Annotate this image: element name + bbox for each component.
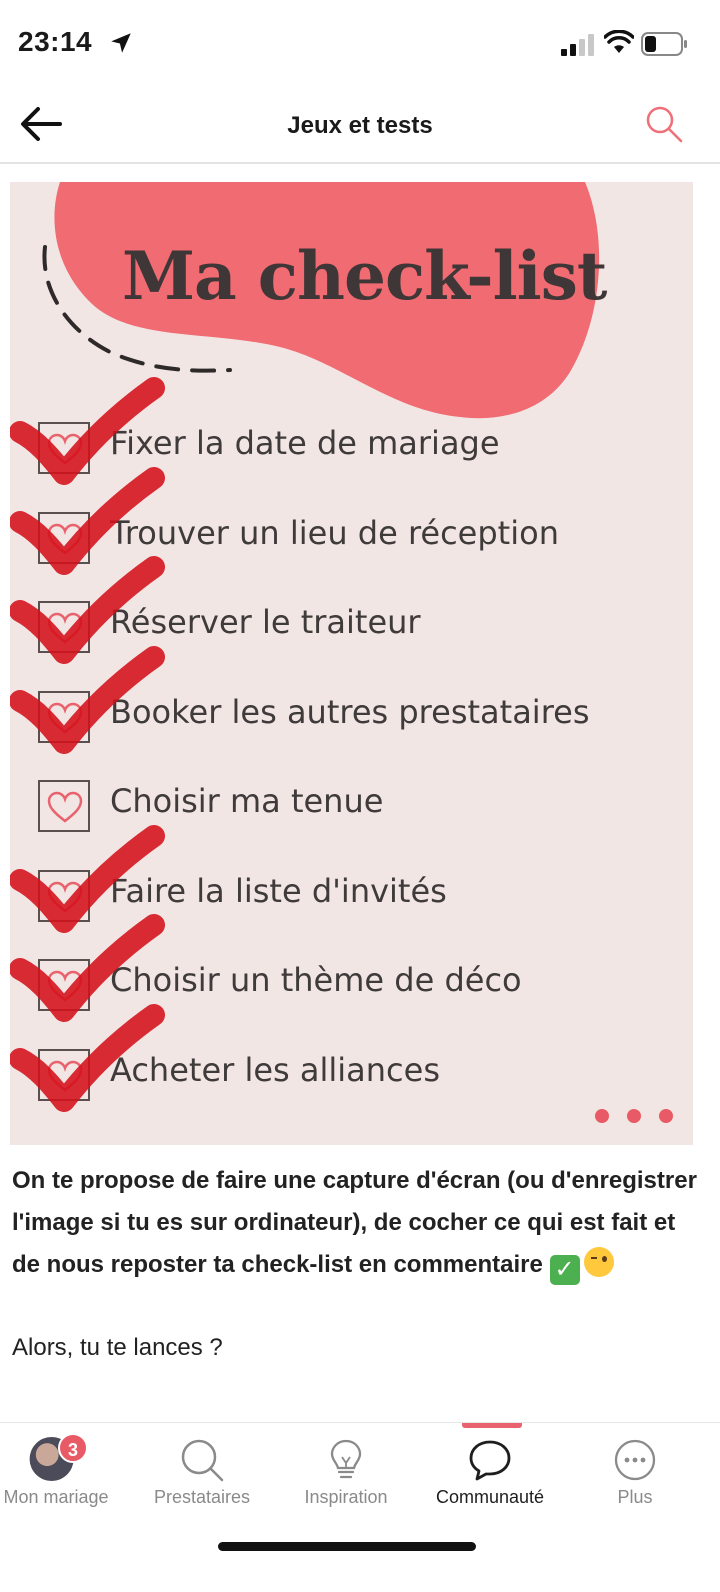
nav-header: Jeux et tests bbox=[0, 90, 720, 164]
heart-icon bbox=[47, 881, 83, 913]
tab-label: Prestataires bbox=[153, 1487, 251, 1507]
heart-icon bbox=[47, 433, 83, 465]
tab-inspiration[interactable]: Inspiration bbox=[274, 1423, 418, 1533]
location-arrow-icon bbox=[111, 33, 131, 53]
carousel-dot[interactable] bbox=[595, 1109, 609, 1123]
post-image[interactable]: Ma check-list Fixer la date de mariage Tr… bbox=[10, 182, 693, 1145]
checkbox bbox=[38, 422, 90, 474]
checklist-item: Choisir un thème de déco bbox=[10, 914, 693, 1027]
post-body: On te propose de faire une capture d'écr… bbox=[12, 1160, 708, 1286]
checklist-item-label: Réserver le traiteur bbox=[110, 603, 421, 641]
checklist-item: Réserver le traiteur bbox=[10, 556, 693, 669]
signal-icon bbox=[561, 34, 594, 56]
tab-label: Communauté bbox=[435, 1487, 545, 1507]
checklist-item: Fixer la date de mariage bbox=[10, 377, 693, 490]
checklist-item-label: Booker les autres prestataires bbox=[110, 692, 590, 731]
battery-icon bbox=[641, 32, 687, 56]
tab-prestataires[interactable]: Prestataires bbox=[130, 1423, 274, 1533]
image-title: Ma check-list bbox=[122, 237, 607, 315]
checklist-item: Booker les autres prestataires bbox=[10, 645, 693, 759]
checkbox bbox=[38, 869, 90, 922]
checklist-item-label: Faire la liste d'invités bbox=[110, 871, 447, 910]
chat-bubble-icon bbox=[469, 1440, 511, 1481]
page-title: Jeux et tests bbox=[287, 112, 433, 139]
checklist-item-label: Choisir un thème de déco bbox=[110, 961, 522, 999]
checklist-item: Trouver un lieu de réception bbox=[10, 466, 693, 580]
carousel-dot[interactable] bbox=[627, 1109, 641, 1123]
home-indicator bbox=[218, 1542, 476, 1551]
checklist-item: Choisir ma tenue bbox=[10, 768, 693, 848]
heart-icon bbox=[47, 791, 83, 823]
search-icon bbox=[181, 1439, 224, 1482]
check-mark-emoji-icon: ✓ bbox=[549, 1255, 580, 1285]
search-icon[interactable] bbox=[644, 104, 684, 144]
wink-emoji-icon bbox=[583, 1247, 614, 1277]
checkbox bbox=[38, 601, 90, 653]
checklist-item-label: Choisir ma tenue bbox=[110, 782, 384, 820]
checklist-item-label: Fixer la date de mariage bbox=[110, 424, 500, 462]
heart-icon bbox=[47, 523, 83, 555]
checklist-item-label: Acheter les alliances bbox=[110, 1050, 440, 1089]
checkbox bbox=[38, 690, 90, 743]
heart-icon bbox=[47, 970, 83, 1002]
checklist-item: Faire la liste d'invités bbox=[10, 824, 693, 938]
status-bar: 23:14 bbox=[0, 0, 720, 90]
post-question: Alors, tu te lances ? bbox=[12, 1334, 223, 1361]
wifi-icon bbox=[604, 30, 634, 53]
checklist-item-label: Trouver un lieu de réception bbox=[110, 513, 559, 552]
tab-plus[interactable]: Plus bbox=[563, 1423, 707, 1533]
heart-icon bbox=[47, 612, 83, 644]
heart-icon bbox=[47, 1060, 83, 1092]
checklist-item: Acheter les alliances bbox=[10, 1003, 693, 1117]
checkbox bbox=[38, 511, 90, 564]
tab-bar: 3 Mon mariage Prestataires Inspiration C… bbox=[0, 1422, 720, 1592]
tab-label: Plus bbox=[617, 1487, 653, 1507]
tab-mon-mariage[interactable]: 3 Mon mariage bbox=[0, 1423, 128, 1533]
tab-communaute[interactable]: Communauté bbox=[418, 1423, 562, 1533]
checkbox bbox=[38, 959, 90, 1011]
lightbulb-icon bbox=[330, 1439, 362, 1479]
status-time: 23:14 bbox=[18, 26, 93, 57]
notification-badge: 3 bbox=[58, 1433, 88, 1463]
carousel-dots[interactable] bbox=[595, 1109, 673, 1123]
tab-label: Mon mariage bbox=[3, 1487, 109, 1507]
heart-icon bbox=[47, 702, 83, 734]
more-dots-icon bbox=[614, 1439, 656, 1481]
tab-label: Inspiration bbox=[304, 1487, 388, 1507]
checkbox bbox=[38, 780, 90, 832]
carousel-dot[interactable] bbox=[659, 1109, 673, 1123]
checkbox bbox=[38, 1048, 90, 1101]
